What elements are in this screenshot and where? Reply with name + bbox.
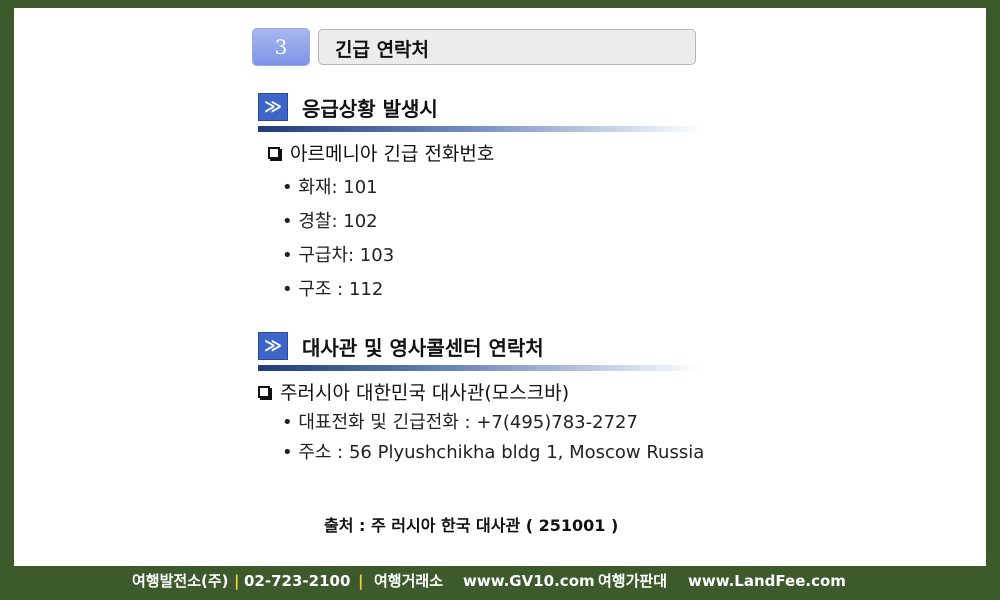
footer-exchange-link[interactable]: www.GV10.com bbox=[463, 566, 595, 596]
footer-price-label: 여행가판대 bbox=[598, 572, 668, 590]
footer-exchange-label: 여행거래소 bbox=[374, 572, 444, 590]
footer-company: 여행발전소(주) bbox=[132, 572, 229, 590]
checkbox-icon bbox=[258, 386, 270, 398]
emergency-heading: 응급상황 발생시 bbox=[302, 97, 438, 121]
list-item: • 화재: 101 bbox=[282, 177, 378, 198]
section-title-box: 긴급 연락처 bbox=[318, 29, 696, 65]
content-panel bbox=[14, 8, 986, 566]
section-number-badge: 3 bbox=[252, 28, 310, 66]
emergency-subheading-row: 아르메니아 긴급 전화번호 bbox=[268, 139, 494, 166]
emergency-subheading: 아르메니아 긴급 전화번호 bbox=[290, 143, 495, 165]
list-item: • 경찰: 102 bbox=[282, 211, 378, 232]
section-divider bbox=[258, 365, 703, 371]
embassy-subheading: 주러시아 대한민국 대사관(모스크바) bbox=[280, 382, 570, 404]
footer-bar: 여행발전소(주) | 02-723-2100 | 여행거래소 www.GV10.… bbox=[0, 566, 1000, 600]
footer-price-link[interactable]: www.LandFee.com bbox=[688, 566, 846, 596]
double-chevron-icon: ≫ bbox=[258, 332, 288, 360]
list-item: • 대표전화 및 긴급전화 : +7(495)783-2727 bbox=[282, 412, 638, 433]
list-item: • 구급차: 103 bbox=[282, 245, 395, 266]
footer-phone: 02-723-2100 bbox=[244, 572, 351, 590]
list-item: • 주소 : 56 Plyushchikha bldg 1, Moscow Ru… bbox=[282, 442, 705, 463]
checkbox-icon bbox=[268, 147, 280, 159]
section-divider bbox=[258, 126, 703, 132]
double-chevron-icon: ≫ bbox=[258, 93, 288, 121]
footer-separator: | bbox=[358, 572, 364, 590]
source-note: 출처 : 주 러시아 한국 대사관 ( 251001 ) bbox=[324, 516, 619, 535]
embassy-heading: 대사관 및 영사콜센터 연락처 bbox=[302, 336, 544, 360]
embassy-subheading-row: 주러시아 대한민국 대사관(모스크바) bbox=[258, 378, 569, 405]
footer-separator: | bbox=[234, 572, 240, 590]
section-title: 긴급 연락처 bbox=[335, 39, 430, 61]
list-item: • 구조 : 112 bbox=[282, 279, 384, 300]
